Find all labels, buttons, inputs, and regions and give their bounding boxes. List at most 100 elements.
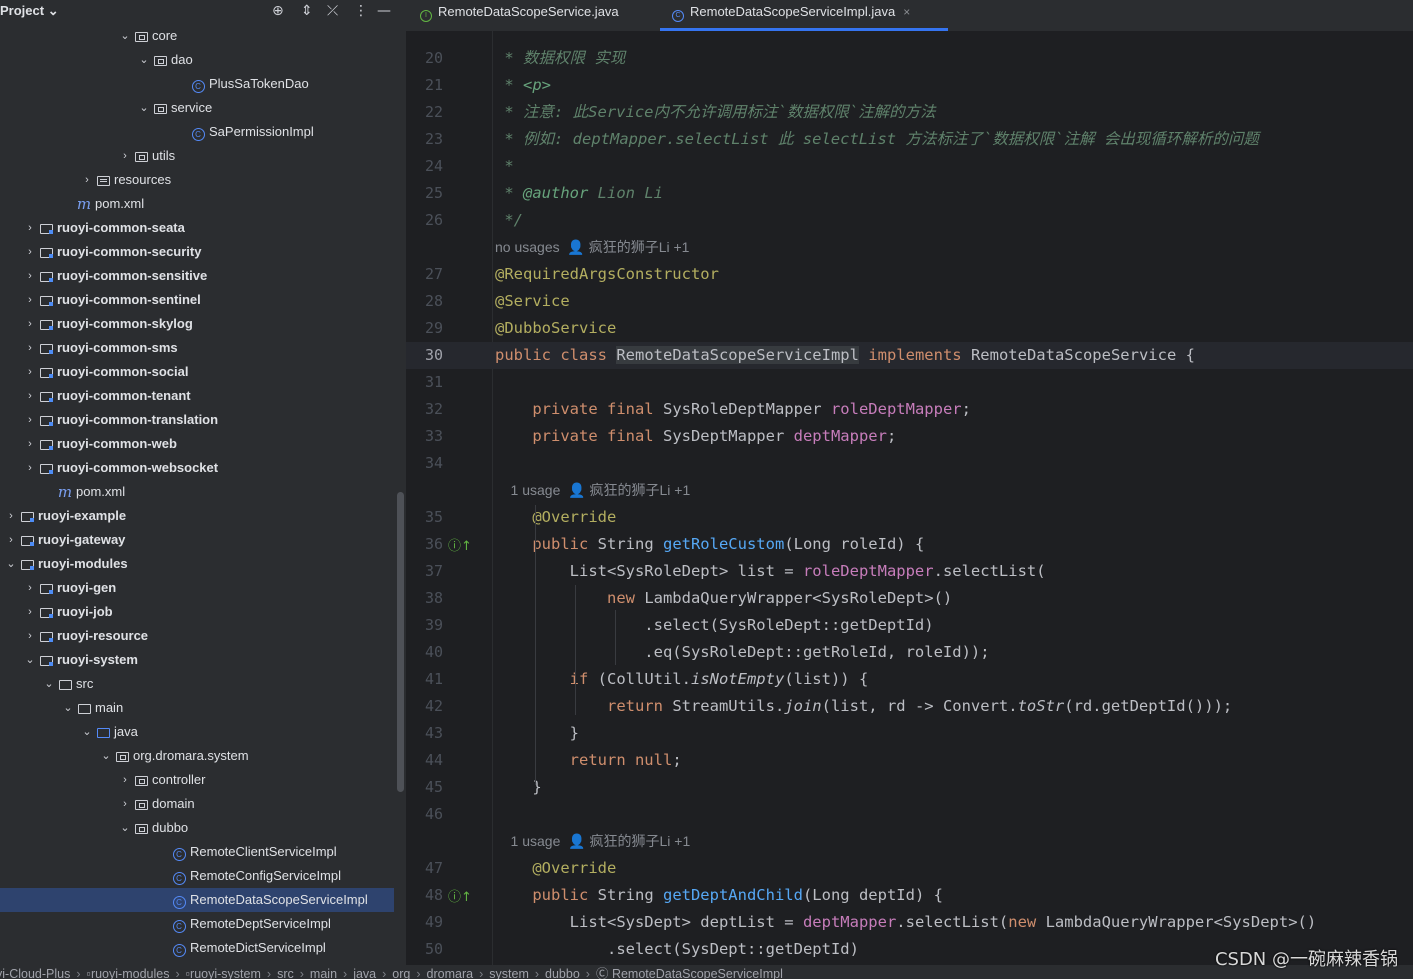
implements-method-icon[interactable]: ⓘ↑ [448, 535, 472, 554]
tree-item[interactable]: › ruoyi-common-security [0, 240, 398, 264]
tree-item[interactable]: ⌄ ruoyi-modules [0, 552, 398, 576]
line-number[interactable]: 50 [406, 936, 443, 963]
project-title[interactable]: Project ⌄ [0, 3, 59, 19]
tree-item[interactable]: › utils [0, 144, 398, 168]
line-number[interactable]: 34 [406, 450, 443, 477]
chevron-down-icon[interactable]: ⌄ [138, 96, 150, 120]
chevron-down-icon[interactable]: ⌄ [100, 744, 112, 768]
tree-item[interactable]: ⌄ main [0, 696, 398, 720]
chevron-right-icon[interactable]: › [24, 432, 36, 456]
line-number[interactable]: 49 [406, 909, 443, 936]
chevron-right-icon[interactable]: › [5, 504, 17, 528]
chevron-down-icon[interactable]: ⌄ [81, 720, 93, 744]
tree-item[interactable]: › ruoyi-common-translation [0, 408, 398, 432]
tree-item[interactable]: ⌄ dubbo [0, 816, 398, 840]
chevron-right-icon[interactable]: › [24, 264, 36, 288]
chevron-down-icon[interactable]: ⌄ [119, 24, 131, 48]
chevron-right-icon[interactable]: › [24, 384, 36, 408]
tree-item[interactable]: › ruoyi-common-sms [0, 336, 398, 360]
tree-item[interactable]: › ruoyi-gateway [0, 528, 398, 552]
line-number[interactable]: 46 [406, 801, 443, 828]
tree-item[interactable]: C RemoteDictServiceImpl [0, 936, 398, 960]
tree-item[interactable]: › ruoyi-common-social [0, 360, 398, 384]
chevron-right-icon[interactable]: › [24, 456, 36, 480]
tree-item[interactable]: ⌄ src [0, 672, 398, 696]
tree-item[interactable]: › ruoyi-common-skylog [0, 312, 398, 336]
chevron-down-icon[interactable]: ⌄ [5, 552, 17, 576]
line-number[interactable]: 24 [406, 153, 443, 180]
tree-item[interactable]: ⌄ dao [0, 48, 398, 72]
tree-item[interactable]: ⌄ org.dromara.system [0, 744, 398, 768]
line-number[interactable]: 32 [406, 396, 443, 423]
line-number[interactable]: 44 [406, 747, 443, 774]
tree-item[interactable]: › ruoyi-common-websocket [0, 456, 398, 480]
line-number[interactable]: 45 [406, 774, 443, 801]
breadcrumb-item[interactable]: org [392, 965, 410, 979]
tree-item[interactable]: › controller [0, 768, 398, 792]
tree-item[interactable]: › domain [0, 792, 398, 816]
line-number[interactable]: 41 [406, 666, 443, 693]
tab-remote-data-scope-service[interactable]: I RemoteDataScopeService.java [420, 0, 646, 31]
line-number[interactable]: 36 [406, 531, 443, 558]
usage-inlay-hint[interactable]: 1 usage 👤 疯狂的狮子Li +1 [495, 477, 691, 504]
tree-item[interactable]: m pom.xml [0, 480, 398, 504]
line-number[interactable]: 38 [406, 585, 443, 612]
tree-item[interactable]: › ruoyi-job [0, 600, 398, 624]
line-number[interactable]: 33 [406, 423, 443, 450]
chevron-right-icon[interactable]: › [24, 576, 36, 600]
tree-item[interactable]: › ruoyi-common-sensitive [0, 264, 398, 288]
line-number[interactable]: 42 [406, 693, 443, 720]
tree-item[interactable]: › ruoyi-gen [0, 576, 398, 600]
tree-item[interactable]: › ruoyi-common-sentinel [0, 288, 398, 312]
chevron-right-icon[interactable]: › [24, 336, 36, 360]
breadcrumb-item[interactable]: src [277, 965, 294, 979]
line-number[interactable]: 21 [406, 72, 443, 99]
chevron-right-icon[interactable]: › [81, 168, 93, 192]
tree-item[interactable]: ⌄ java [0, 720, 398, 744]
breadcrumb-item[interactable]: dubbo [545, 965, 580, 979]
chevron-right-icon[interactable]: › [119, 768, 131, 792]
breadcrumb-item[interactable]: Ⓒ RemoteDataScopeServiceImpl [596, 965, 783, 979]
usage-inlay-hint[interactable]: 1 usage 👤 疯狂的狮子Li +1 [495, 828, 691, 855]
line-number[interactable]: 23 [406, 126, 443, 153]
line-number[interactable]: 43 [406, 720, 443, 747]
tree-item[interactable]: › ruoyi-common-seata [0, 216, 398, 240]
line-number[interactable]: 30 [406, 342, 443, 369]
line-number[interactable]: 40 [406, 639, 443, 666]
breadcrumb-item[interactable]: main [310, 965, 337, 979]
line-number[interactable]: 37 [406, 558, 443, 585]
tree-item[interactable]: › ruoyi-resource [0, 624, 398, 648]
tree-item[interactable]: › ruoyi-example [0, 504, 398, 528]
tree-item[interactable]: › ruoyi-common-web [0, 432, 398, 456]
tree-item[interactable]: C RemoteConfigServiceImpl [0, 864, 398, 888]
chevron-right-icon[interactable]: › [24, 408, 36, 432]
chevron-right-icon[interactable]: › [24, 312, 36, 336]
tree-item[interactable]: ⌄ service [0, 96, 398, 120]
chevron-down-icon[interactable]: ⌄ [119, 816, 131, 840]
line-number[interactable]: 48 [406, 882, 443, 909]
line-number[interactable]: 20 [406, 45, 443, 72]
breadcrumb-item[interactable]: ▫ruoyi-system [186, 965, 261, 979]
chevron-right-icon[interactable]: › [24, 600, 36, 624]
tree-item[interactable]: C SaPermissionImpl [0, 120, 398, 144]
chevron-right-icon[interactable]: › [119, 792, 131, 816]
tree-item[interactable]: C PlusSaTokenDao [0, 72, 398, 96]
tree-item[interactable]: C RemoteClientServiceImpl [0, 840, 398, 864]
chevron-down-icon[interactable]: ⌄ [62, 696, 74, 720]
close-icon[interactable]: × [903, 5, 910, 19]
line-number[interactable]: 47 [406, 855, 443, 882]
target-icon[interactable]: ⊕ [272, 2, 284, 20]
breadcrumb-item[interactable]: ▫ruoyi-modules [87, 965, 170, 979]
usage-inlay-hint[interactable]: no usages 👤 疯狂的狮子Li +1 [495, 234, 689, 261]
tree-item[interactable]: › ruoyi-common-tenant [0, 384, 398, 408]
line-number[interactable]: 27 [406, 261, 443, 288]
breadcrumb-item[interactable]: dromara [427, 965, 474, 979]
line-number[interactable]: 31 [406, 369, 443, 396]
collapse-icon[interactable]: ⤫ [327, 2, 338, 20]
line-number[interactable]: 28 [406, 288, 443, 315]
chevron-right-icon[interactable]: › [5, 528, 17, 552]
chevron-down-icon[interactable]: ⌄ [24, 648, 36, 672]
tree-item[interactable]: C RemoteDeptServiceImpl [0, 912, 398, 936]
tree-item[interactable]: C RemoteDataScopeServiceImpl [0, 888, 394, 912]
line-number[interactable]: 26 [406, 207, 443, 234]
